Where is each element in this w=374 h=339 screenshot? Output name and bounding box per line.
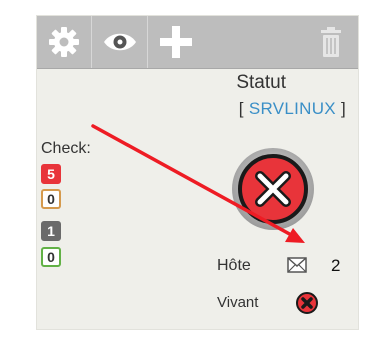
- host-count: 2: [331, 256, 341, 275]
- status-title: Statut: [236, 72, 286, 93]
- settings-button[interactable]: [37, 16, 91, 68]
- view-button[interactable]: [92, 16, 147, 68]
- status-indicator: [231, 147, 315, 231]
- critical-x-icon: [232, 148, 314, 230]
- check-count-badge[interactable]: 1: [41, 221, 61, 241]
- eye-icon: [103, 33, 136, 51]
- host-row-label: Hôte: [217, 257, 251, 274]
- critical-x-icon-small: [296, 292, 318, 314]
- add-button[interactable]: [148, 16, 203, 68]
- check-count-badge[interactable]: 0: [41, 189, 61, 209]
- trash-icon: [321, 27, 341, 57]
- plus-icon: [159, 26, 192, 58]
- check-count-badge[interactable]: 5: [41, 164, 61, 184]
- delete-button[interactable]: [309, 16, 353, 68]
- host-bracket-open: [: [238, 99, 249, 118]
- host-name[interactable]: SRVLINUX: [249, 99, 336, 118]
- alive-row-label: Vivant: [217, 294, 259, 311]
- check-count-badge[interactable]: 0: [41, 247, 61, 267]
- envelope-icon[interactable]: [287, 257, 307, 273]
- gear-icon: [49, 27, 79, 57]
- host-link[interactable]: [ SRVLINUX ]: [239, 99, 346, 119]
- host-bracket-close: ]: [335, 99, 346, 118]
- status-panel: Statut [ SRVLINUX ] Check: 5 0 1 0 Hôte 2 V…: [36, 15, 359, 330]
- check-label: Check:: [41, 140, 91, 157]
- toolbar: [37, 16, 358, 69]
